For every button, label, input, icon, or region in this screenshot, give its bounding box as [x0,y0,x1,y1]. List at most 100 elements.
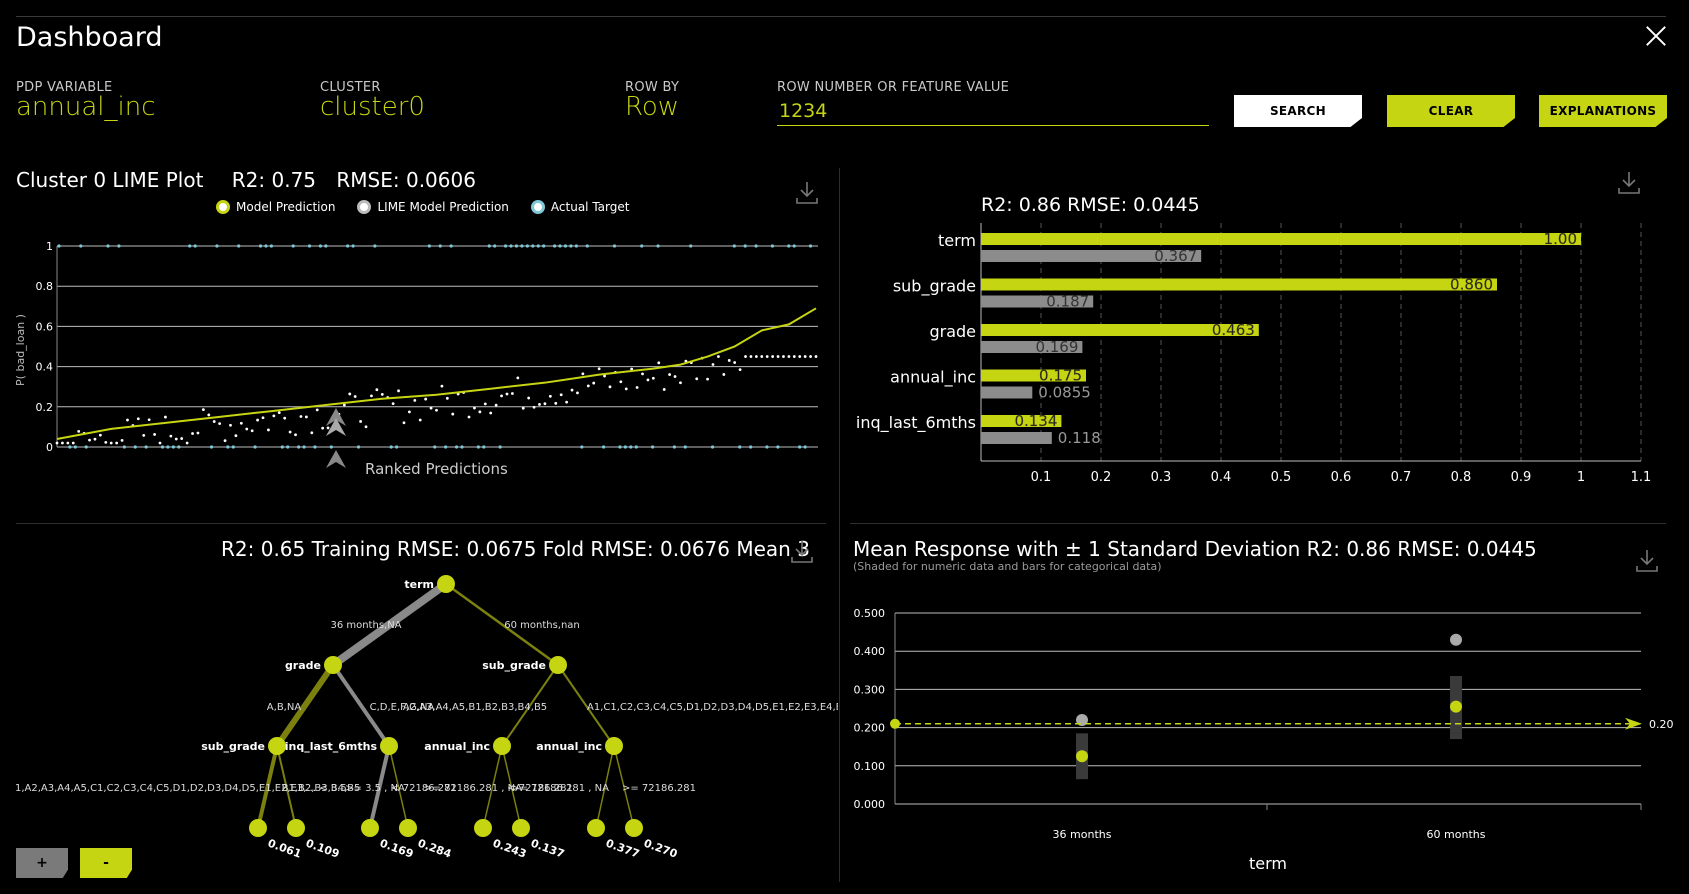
download-icon[interactable] [1634,548,1660,574]
actual-target-point [253,445,257,449]
lime-prediction-point [239,421,243,425]
lime-chart: 0 0.2 0.4 0.6 0.8 1 P( bad_loan ) Ranked Predic… [14,240,818,478]
leaf-value-label: 0.169 [378,837,415,860]
lime-prediction-point [706,377,709,381]
lime-rmse: RMSE: 0.0606 [336,168,476,192]
lime-prediction-point [792,355,796,358]
actual-target-point [803,445,807,449]
actual-target-point [258,244,263,248]
actual-target-point [68,445,72,449]
lime-prediction-point [657,361,661,365]
actual-target-point [798,445,802,449]
leaf-value-label: 0.270 [642,837,679,860]
close-icon[interactable] [1642,22,1670,50]
lime-prediction-point [662,388,666,391]
y-axis-label: P( bad_loan ) [14,314,27,386]
lime-prediction-point [299,415,303,418]
bar-chart-title: R2: 0.86 RMSE: 0.0445 [981,194,1200,216]
actual-target-point [629,445,633,449]
lime-prediction-point [711,363,715,366]
actual-target-point [509,244,513,248]
actual-target-point [754,244,758,248]
category-label: inq_last_6mths [856,413,976,433]
actual-target-point [351,244,355,248]
actual-target-point [297,445,301,449]
cluster-select[interactable]: cluster0 [320,92,425,122]
lime-prediction-point [505,392,509,396]
actual-target-point [237,244,241,248]
y-tick-label: 0.000 [854,798,886,811]
actual-target-point [117,244,121,248]
lime-prediction-point [353,395,357,398]
zoom-in-button[interactable]: + [16,848,68,878]
x-tick-label: 0.6 [1331,470,1352,485]
actual-target-point [569,244,573,248]
edge-label: 36 months,NA [330,620,401,631]
lime-prediction-point [424,397,428,401]
row-by-select[interactable]: Row [625,92,679,122]
lime-prediction-point [109,441,113,445]
lime-prediction-point [359,420,362,423]
actual-target-point [672,445,677,449]
x-tick-label: 0.8 [1451,470,1472,485]
download-icon[interactable] [794,180,820,206]
actual-target-point [264,244,268,248]
actual-target-point [313,445,317,449]
bar-value-label: 0.187 [1046,293,1089,311]
lime-prediction-point [164,415,167,419]
actual-target-point [57,244,61,248]
actual-target-point [710,445,715,449]
pdp-variable-select[interactable]: annual_inc [16,92,156,122]
actual-target-point [520,244,524,248]
lime-prediction-point [277,411,281,415]
actual-target-point [743,244,747,248]
actual-target-point [531,244,535,248]
actual-target-point [302,445,306,449]
actual-target-point [460,445,464,449]
lime-prediction-point [803,355,807,358]
x-axis-label: term [1249,854,1287,873]
y-tick-label: 0.6 [36,320,54,333]
bar-value-label: 0.118 [1058,429,1101,447]
lime-prediction-point [413,399,417,402]
bar-value-label: 0.463 [1212,321,1255,339]
actual-target-point [732,244,736,248]
y-tick-label: 0.2 [36,401,54,414]
lime-prediction-point [288,430,292,434]
edge-label: >= 72186.281 , NA [511,783,609,794]
row-number-input[interactable] [777,96,1209,126]
lime-prediction-point [218,422,222,426]
leaf-value-label: 0.284 [416,837,453,860]
lime-prediction-point [727,359,731,362]
lime-prediction-point [169,434,173,438]
leaf-value-label: 0.243 [491,837,528,860]
y-tick-label: 0.200 [854,722,886,735]
actual-target-point [84,445,88,449]
actual-target-point [329,445,333,449]
feature-importance-chart: R2: 0.86 RMSE: 0.0445 0.1 0.2 0.3 0.4 0.5 0.6 0… [856,194,1651,485]
actual-target-point [525,244,529,248]
search-button[interactable]: SEARCH [1234,95,1362,127]
x-tick-label: 0.9 [1511,470,1532,485]
tree-node [437,575,455,593]
lime-prediction-point [158,441,162,445]
explanations-button[interactable]: EXPLANATIONS [1539,95,1667,127]
lime-prediction-point [608,385,612,389]
lime-prediction-point [185,441,189,445]
y-tick-label: 0 [46,441,53,454]
lime-prediction-point [229,423,232,427]
tree-node [249,819,267,837]
tree-node [474,819,492,837]
lime-legend: Model Prediction LIME Model Prediction A… [216,200,629,214]
actual-target-point [209,445,214,449]
lime-prediction-point [798,355,802,358]
actual-target-point [73,445,77,449]
mean-point [1076,750,1088,763]
leaf-value-label: 0.061 [266,837,303,860]
lime-prediction-point [315,408,319,412]
clear-button[interactable]: CLEAR [1387,95,1515,127]
actual-target-point [291,244,295,248]
secondary-point [1450,633,1462,646]
zoom-out-button[interactable]: - [80,848,132,878]
lime-prediction-point [576,391,579,395]
